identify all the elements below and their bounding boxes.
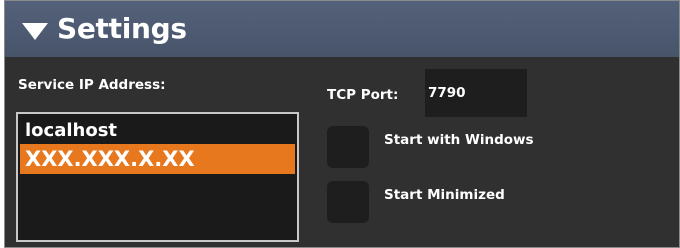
settings-header[interactable]: Settings — [5, 1, 679, 57]
start-minimized-label: Start Minimized — [384, 187, 505, 203]
tcp-port-label: TCP Port: — [327, 87, 399, 103]
start-with-windows-label: Start with Windows — [384, 132, 534, 148]
start-minimized-checkbox[interactable] — [327, 181, 369, 223]
settings-panel: Settings Service IP Address: localhost X… — [4, 0, 680, 248]
settings-title: Settings — [57, 12, 187, 45]
tcp-port-input[interactable] — [425, 69, 527, 117]
ip-list-item-localhost[interactable]: localhost — [20, 118, 295, 144]
triangle-down-icon[interactable] — [22, 23, 48, 40]
ip-list-item-selected[interactable]: XXX.XXX.X.XX — [20, 144, 295, 174]
service-ip-list[interactable]: localhost XXX.XXX.X.XX — [16, 112, 299, 242]
service-ip-label: Service IP Address: — [18, 77, 166, 93]
start-with-windows-checkbox[interactable] — [327, 126, 369, 168]
